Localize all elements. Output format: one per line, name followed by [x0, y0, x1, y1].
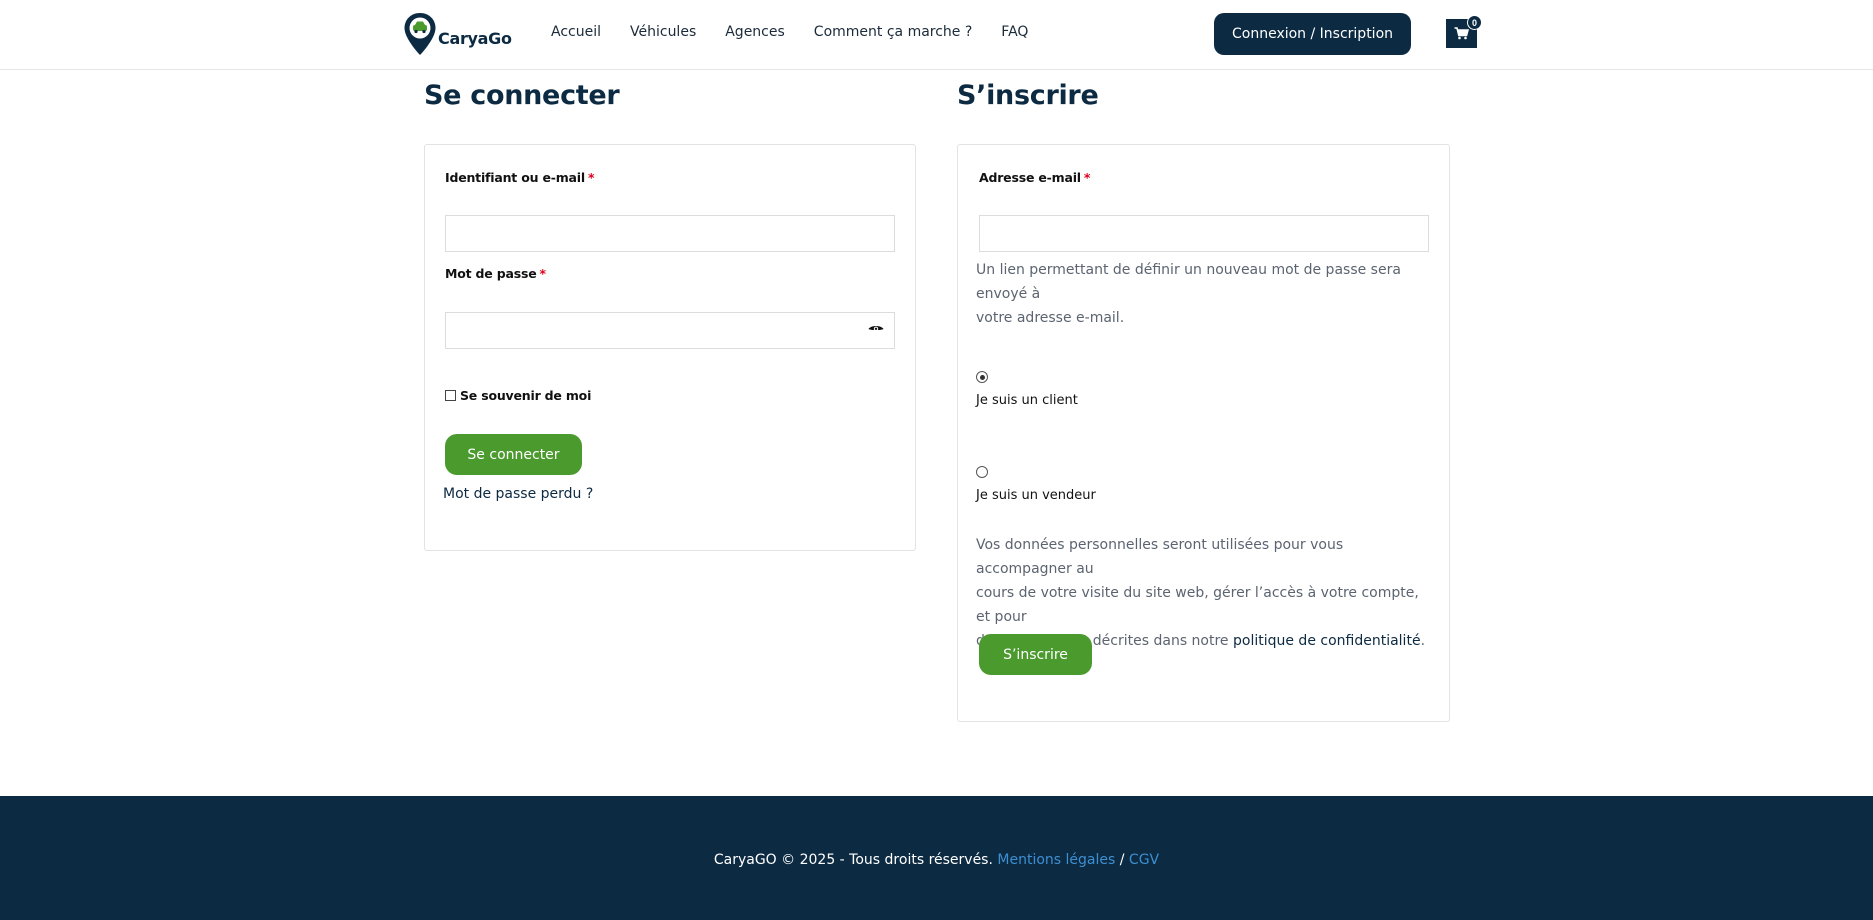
- password-note-line: votre adresse e-mail.: [976, 310, 1125, 326]
- password-label-text: Mot de passe: [445, 266, 537, 281]
- password-label: Mot de passe *: [445, 266, 546, 281]
- privacy-policy-link[interactable]: politique de confidentialité: [1233, 633, 1421, 649]
- show-password-eye-icon[interactable]: [868, 324, 884, 334]
- footer-separator: /: [1115, 852, 1129, 868]
- logo-text: CaryaGo: [438, 28, 512, 48]
- remember-me-checkbox[interactable]: [445, 390, 456, 401]
- nav-faq[interactable]: FAQ: [1001, 24, 1028, 40]
- email-label: Adresse e-mail *: [979, 170, 1090, 185]
- privacy-line: cours de votre visite du site web, gérer…: [976, 585, 1419, 625]
- shopping-cart-icon: [1454, 27, 1469, 40]
- password-input[interactable]: [445, 312, 895, 349]
- login-register-button[interactable]: Connexion / Inscription: [1214, 13, 1411, 55]
- required-asterisk: *: [539, 266, 546, 281]
- username-label-text: Identifiant ou e-mail: [445, 170, 585, 185]
- login-title: Se connecter: [424, 80, 620, 111]
- password-note-line: Un lien permettant de définir un nouveau…: [976, 262, 1401, 302]
- cgv-link[interactable]: CGV: [1129, 852, 1159, 868]
- role-vendor-radio[interactable]: [976, 466, 988, 478]
- privacy-text: .: [1420, 633, 1426, 649]
- nav-agences[interactable]: Agences: [725, 24, 785, 40]
- footer-copyright: CaryaGO © 2025 - Tous droits réservés. M…: [0, 852, 1873, 868]
- cart-count-badge: 0: [1467, 15, 1482, 30]
- required-asterisk: *: [587, 170, 595, 185]
- email-label-text: Adresse e-mail: [979, 170, 1081, 185]
- required-asterisk: *: [1083, 170, 1091, 185]
- register-title: S’inscrire: [957, 80, 1099, 111]
- location-pin-icon: [404, 13, 436, 55]
- username-input[interactable]: [445, 215, 895, 252]
- role-client-radio[interactable]: [976, 371, 988, 383]
- main-nav: Accueil Véhicules Agences Comment ça mar…: [551, 24, 1057, 40]
- legal-notice-link[interactable]: Mentions légales: [997, 852, 1115, 868]
- email-input[interactable]: [979, 215, 1429, 252]
- copyright-text: CaryaGO © 2025 - Tous droits réservés.: [713, 852, 998, 868]
- nav-accueil[interactable]: Accueil: [551, 24, 601, 40]
- username-label: Identifiant ou e-mail *: [445, 170, 595, 185]
- role-client-label[interactable]: Je suis un client: [976, 393, 1078, 408]
- site-header: CaryaGo Accueil Véhicules Agences Commen…: [0, 0, 1873, 70]
- privacy-line: Vos données personnelles seront utilisée…: [976, 537, 1344, 577]
- nav-comment-ca-marche[interactable]: Comment ça marche ?: [814, 24, 973, 40]
- logo[interactable]: CaryaGo: [403, 12, 512, 56]
- login-submit-button[interactable]: Se connecter: [445, 434, 582, 475]
- role-vendor-label[interactable]: Je suis un vendeur: [976, 488, 1096, 503]
- password-note: Un lien permettant de définir un nouveau…: [976, 258, 1436, 330]
- register-submit-button[interactable]: S’inscrire: [979, 634, 1092, 675]
- remember-me-label[interactable]: Se souvenir de moi: [460, 388, 591, 403]
- nav-vehicules[interactable]: Véhicules: [630, 24, 696, 40]
- lost-password-link[interactable]: Mot de passe perdu ?: [443, 482, 593, 506]
